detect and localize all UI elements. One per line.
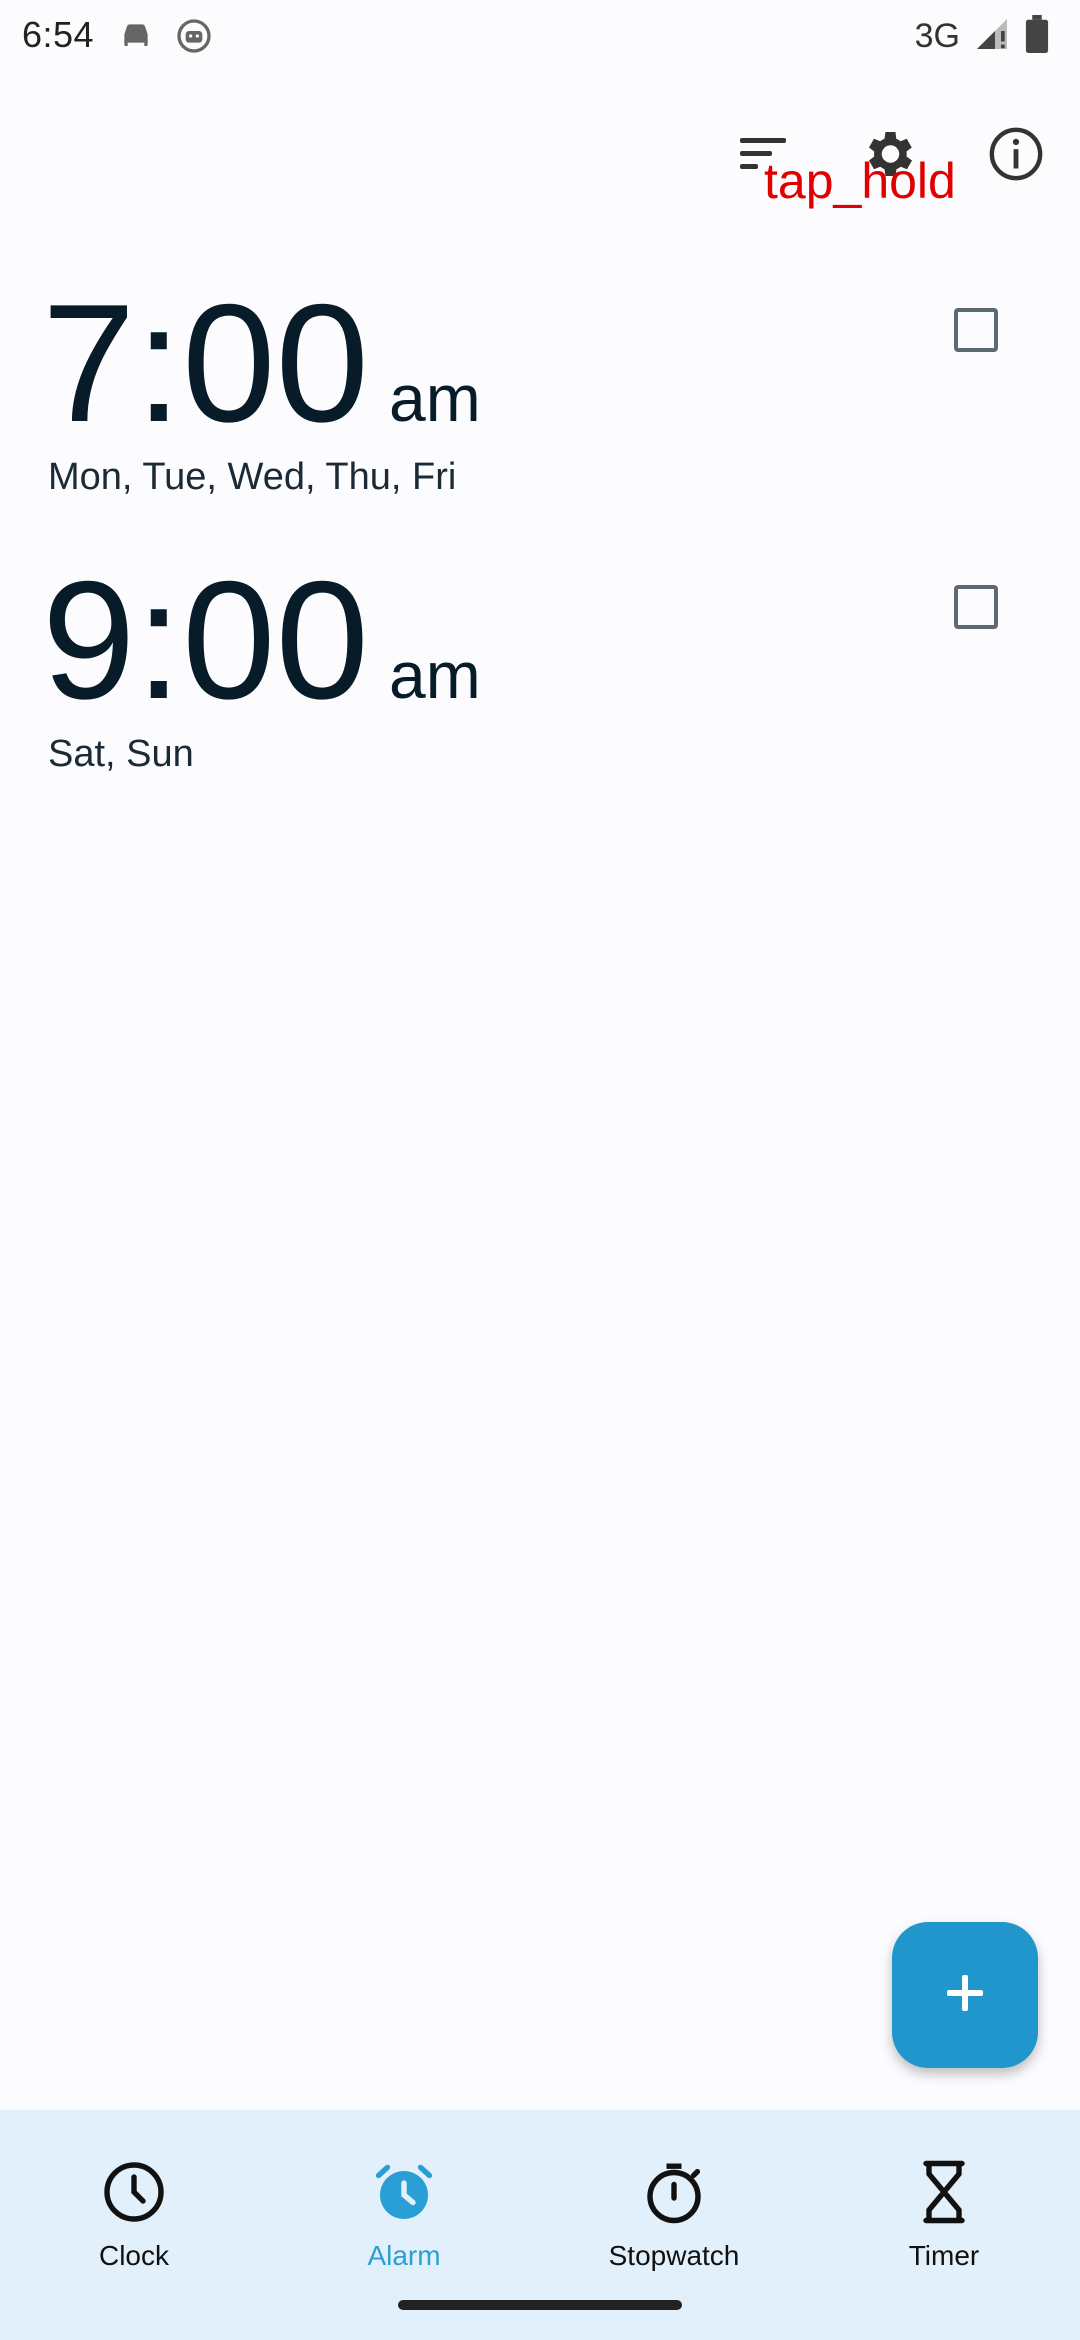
alarm-item[interactable]: 7:00 am Mon, Tue, Wed, Thu, Fri	[0, 269, 1080, 548]
nav-label: Clock	[98, 2240, 169, 2271]
alarm-time-period: am	[388, 361, 481, 435]
info-icon	[987, 125, 1045, 188]
nav-label: Stopwatch	[608, 2240, 740, 2271]
alarm-enable-checkbox[interactable]	[954, 308, 998, 352]
android-notification-icon	[174, 16, 214, 56]
alarm-time-value: 7:00	[42, 269, 369, 457]
signal-icon	[974, 16, 1010, 57]
status-time: 6:54	[22, 14, 95, 55]
home-indicator[interactable]	[398, 2300, 682, 2310]
status-right: 3G	[915, 12, 1050, 60]
alarm-time[interactable]: 7:00 am	[42, 269, 481, 457]
alarm-time-value: 9:00	[42, 546, 369, 734]
nav-item-timer[interactable]: Timer	[844, 2140, 1044, 2290]
clock-icon	[98, 2156, 170, 2228]
nav-label: Timer	[908, 2240, 980, 2271]
hourglass-icon	[908, 2156, 980, 2228]
alarm-time-period: am	[388, 638, 481, 712]
plus-icon	[943, 1971, 987, 2020]
tap-hold-overlay-label: tap_hold	[764, 153, 956, 209]
battery-icon	[1024, 14, 1050, 58]
nav-item-stopwatch[interactable]: Stopwatch	[574, 2140, 774, 2290]
nav-item-clock[interactable]: Clock	[34, 2140, 234, 2290]
status-bar: 6:54 3G	[0, 0, 1080, 72]
alarm-time[interactable]: 9:00 am	[42, 546, 481, 734]
nav-label: Alarm	[367, 2240, 441, 2271]
alarm-enable-checkbox[interactable]	[954, 585, 998, 629]
alarm-item[interactable]: 9:00 am Sat, Sun	[0, 546, 1080, 825]
nav-item-alarm[interactable]: Alarm	[304, 2140, 504, 2290]
add-alarm-button[interactable]	[892, 1922, 1038, 2068]
alarm-days: Sat, Sun	[48, 733, 194, 775]
car-notification-icon	[116, 16, 156, 56]
network-type-label: 3G	[914, 16, 960, 55]
stopwatch-icon	[638, 2156, 710, 2228]
alarm-icon	[368, 2156, 440, 2228]
alarm-days: Mon, Tue, Wed, Thu, Fri	[48, 456, 457, 498]
info-button[interactable]	[976, 116, 1056, 196]
